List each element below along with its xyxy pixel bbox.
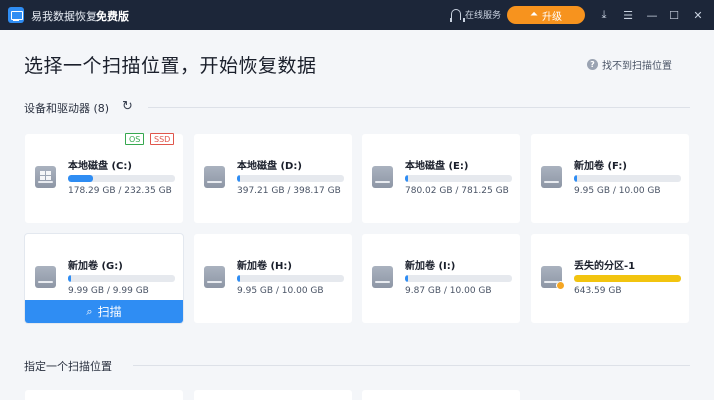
drive-card-d[interactable]: 本地磁盘 (D:) 397.21 GB / 398.17 GB — [194, 134, 352, 223]
usage-bar — [237, 175, 344, 182]
hard-drive-icon — [204, 166, 225, 188]
drive-name: 丢失的分区-1 — [574, 261, 636, 272]
location-card-folder[interactable] — [362, 390, 520, 400]
export-icon[interactable]: ⤓ — [596, 7, 612, 23]
location-card-desktop[interactable] — [25, 390, 183, 400]
drive-name: 新加卷 (G:) — [68, 261, 123, 272]
close-icon[interactable]: ✕ — [690, 7, 706, 23]
minimize-icon[interactable]: — — [644, 7, 660, 23]
hard-drive-icon — [372, 266, 393, 288]
drive-size: 780.02 GB / 781.25 GB — [405, 186, 509, 196]
drive-size: 178.29 GB / 232.35 GB — [68, 186, 172, 196]
drive-card-g[interactable]: 新加卷 (G:) 9.99 GB / 9.99 GB ⌕ 扫描 — [25, 234, 183, 323]
cannot-find-location-link[interactable]: ? 找不到扫描位置 — [587, 57, 672, 72]
scan-label: 扫描 — [97, 305, 122, 319]
location-card-recycle-bin[interactable] — [194, 390, 352, 400]
online-support-label: 在线服务 — [465, 11, 502, 21]
drive-card-h[interactable]: 新加卷 (H:) 9.95 GB / 10.00 GB — [194, 234, 352, 323]
menu-icon[interactable]: ☰ — [620, 7, 636, 23]
online-support-link[interactable]: 在线服务 — [450, 8, 502, 22]
usage-bar — [237, 275, 344, 282]
upgrade-button[interactable]: ⏶ 升级 — [507, 6, 585, 24]
drive-card-e[interactable]: 本地磁盘 (E:) 780.02 GB / 781.25 GB — [362, 134, 520, 223]
drive-size: 9.95 GB / 10.00 GB — [237, 286, 324, 296]
help-icon: ? — [587, 59, 598, 70]
usage-bar — [574, 275, 681, 282]
drive-name: 新加卷 (F:) — [574, 161, 627, 172]
lost-partition-icon — [541, 266, 565, 290]
app-logo-icon — [8, 7, 24, 23]
drive-size: 643.59 GB — [574, 286, 622, 296]
app-name: 易我数据恢复 — [31, 10, 97, 23]
help-link-label: 找不到扫描位置 — [602, 61, 672, 72]
drive-card-f[interactable]: 新加卷 (F:) 9.95 GB / 10.00 GB — [531, 134, 689, 223]
os-badge: OS — [125, 133, 145, 145]
title-bar: 易我数据恢复 免费版 在线服务 ⏶ 升级 ⤓ ☰ — ☐ ✕ — [0, 0, 714, 30]
usage-bar — [68, 175, 175, 182]
drive-name: 新加卷 (I:) — [405, 261, 456, 272]
drive-name: 本地磁盘 (D:) — [237, 161, 302, 172]
drive-card-i[interactable]: 新加卷 (I:) 9.87 GB / 10.00 GB — [362, 234, 520, 323]
drive-size: 9.99 GB / 9.99 GB — [68, 286, 149, 296]
drive-size: 9.95 GB / 10.00 GB — [574, 186, 661, 196]
hard-drive-icon — [204, 266, 225, 288]
windows-drive-icon — [35, 166, 56, 188]
usage-bar — [68, 275, 175, 282]
drive-size: 9.87 GB / 10.00 GB — [405, 286, 492, 296]
section-divider — [148, 107, 690, 108]
drives-section-title: 设备和驱动器 (8) — [24, 102, 110, 115]
hard-drive-icon — [541, 166, 562, 188]
usage-bar — [405, 275, 512, 282]
upgrade-label: 升级 — [542, 11, 562, 23]
hard-drive-icon — [372, 166, 393, 188]
usage-bar — [405, 175, 512, 182]
drive-name: 新加卷 (H:) — [237, 261, 292, 272]
arrow-up-icon: ⏶ — [530, 9, 538, 20]
hard-drive-icon — [35, 266, 56, 288]
drive-size: 397.21 GB / 398.17 GB — [237, 186, 341, 196]
drive-name: 本地磁盘 (E:) — [405, 161, 469, 172]
drive-name: 本地磁盘 (C:) — [68, 161, 132, 172]
location-section-title: 指定一个扫描位置 — [24, 360, 112, 373]
warning-dot-icon — [556, 281, 565, 290]
scan-button[interactable]: ⌕ 扫描 — [25, 300, 183, 323]
page-title: 选择一个扫描位置，开始恢复数据 — [24, 55, 317, 77]
main-panel: 选择一个扫描位置，开始恢复数据 ? 找不到扫描位置 设备和驱动器 (8) ↻ O… — [0, 30, 714, 400]
refresh-icon[interactable]: ↻ — [122, 100, 135, 113]
headset-icon — [450, 9, 465, 22]
edition-label: 免费版 — [96, 10, 129, 23]
drive-card-lost-partition[interactable]: 丢失的分区-1 643.59 GB — [531, 234, 689, 323]
scan-icon: ⌕ — [86, 304, 93, 318]
ssd-badge: SSD — [150, 133, 175, 145]
usage-bar — [574, 175, 681, 182]
maximize-icon[interactable]: ☐ — [666, 7, 682, 23]
section-divider — [133, 365, 690, 366]
drive-card-c[interactable]: OS SSD 本地磁盘 (C:) 178.29 GB / 232.35 GB — [25, 133, 183, 223]
